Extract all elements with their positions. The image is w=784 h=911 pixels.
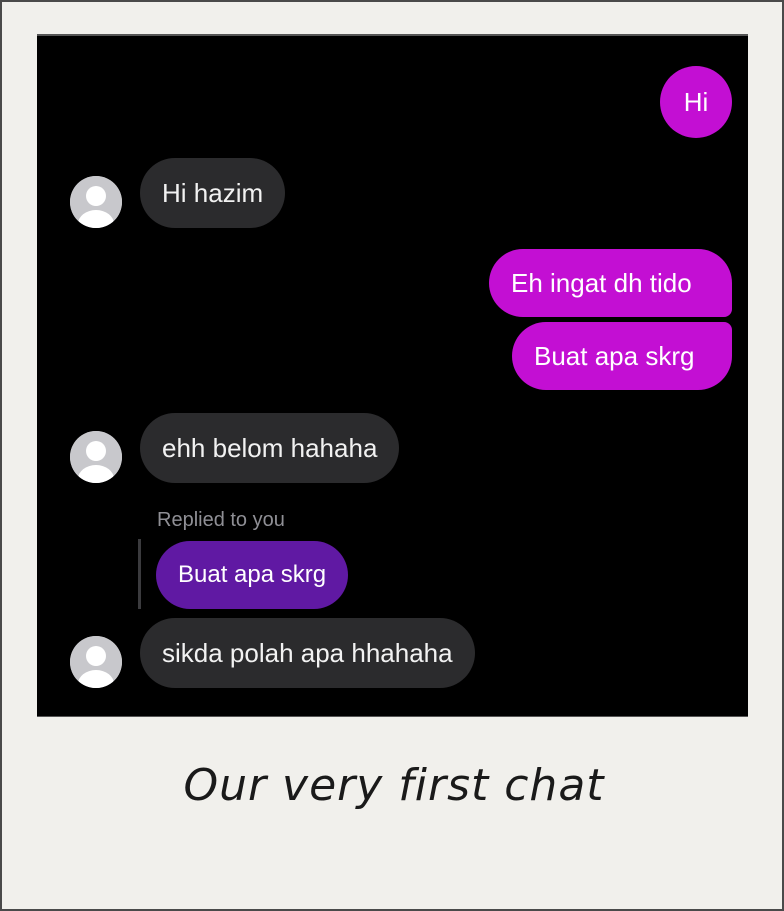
polaroid-frame: Hi Hi hazim Eh ingat dh tido Buat apa sk…	[0, 0, 784, 911]
received-message-ehh-belom-hahaha[interactable]: ehh belom hahaha	[140, 413, 400, 483]
contact-avatar-icon[interactable]	[70, 176, 122, 228]
quoted-text: Buat apa skrg	[178, 561, 327, 588]
sent-message-buat-apa-skrg[interactable]: Buat apa skrg	[512, 322, 732, 390]
message-text: Buat apa skrg	[534, 341, 695, 371]
polaroid-caption: Our very first chat	[183, 760, 605, 811]
message-text: Hi hazim	[162, 178, 264, 208]
sent-message-hi[interactable]: Hi	[660, 66, 732, 138]
message-text: Hi	[683, 87, 709, 117]
reply-label: Replied to you	[157, 509, 285, 531]
received-message-sikda-polah-apa-hhahaha[interactable]: sikda polah apa hhahaha	[140, 618, 475, 688]
reply-quote-line	[138, 539, 141, 609]
received-message-hi-hazim[interactable]: Hi hazim	[140, 158, 286, 228]
quoted-message-buat-apa-skrg[interactable]: Buat apa skrg	[156, 541, 349, 609]
message-text: sikda polah apa hhahaha	[162, 638, 453, 668]
sent-message-eh-ingat-dh-tido[interactable]: Eh ingat dh tido	[489, 249, 732, 317]
message-text: ehh belom hahaha	[162, 433, 378, 463]
contact-avatar-icon[interactable]	[70, 431, 122, 483]
message-text: Eh ingat dh tido	[511, 268, 692, 298]
chat-screenshot: Hi Hi hazim Eh ingat dh tido Buat apa sk…	[37, 34, 748, 717]
contact-avatar-icon[interactable]	[70, 636, 122, 688]
